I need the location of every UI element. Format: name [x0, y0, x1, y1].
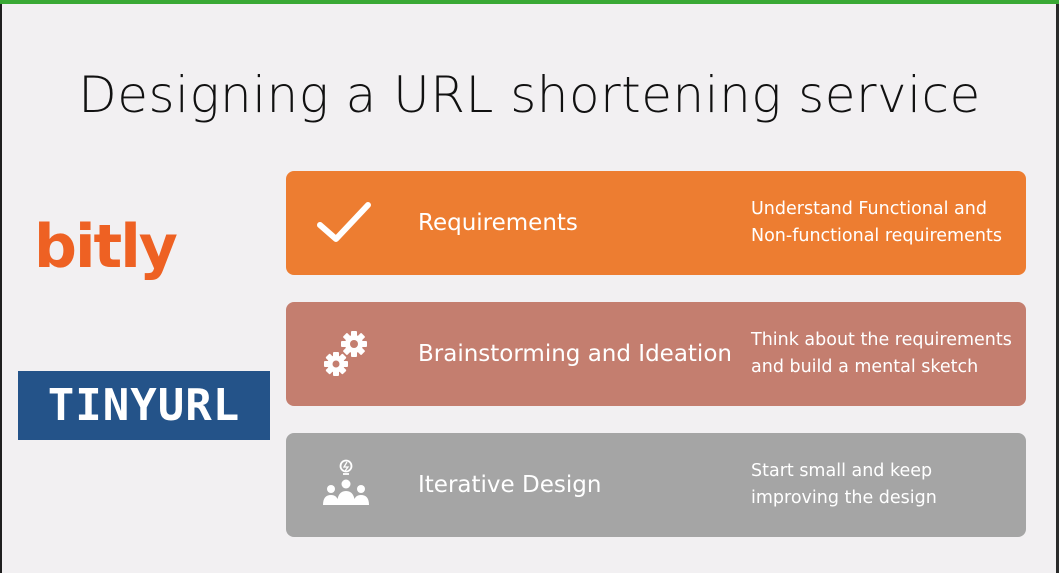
brainstorming-label: Brainstorming and Ideation: [418, 341, 732, 367]
iterative-design-label: Iterative Design: [418, 472, 602, 498]
iterative-design-card: Iterative Design Start small and keep im…: [286, 433, 1026, 537]
top-accent-bar: [0, 0, 1059, 4]
slide-title: Designing a URL shortening service: [78, 66, 981, 124]
gears-icon: [314, 326, 374, 382]
brainstorming-description: Think about the requirements and build a…: [751, 330, 1012, 377]
iterative-design-description: Start small and keep improving the desig…: [751, 461, 937, 508]
requirements-label: Requirements: [418, 210, 578, 236]
team-idea-icon: [314, 457, 374, 513]
checkmark-icon: [314, 195, 374, 251]
requirements-description: Understand Functional and Non-functional…: [751, 199, 1002, 246]
tinyurl-logo: TINYURL: [18, 371, 270, 440]
brainstorming-card: Brainstorming and Ideation Think about t…: [286, 302, 1026, 406]
bitly-logo: bitly: [34, 212, 178, 282]
requirements-card: Requirements Understand Functional and N…: [286, 171, 1026, 275]
